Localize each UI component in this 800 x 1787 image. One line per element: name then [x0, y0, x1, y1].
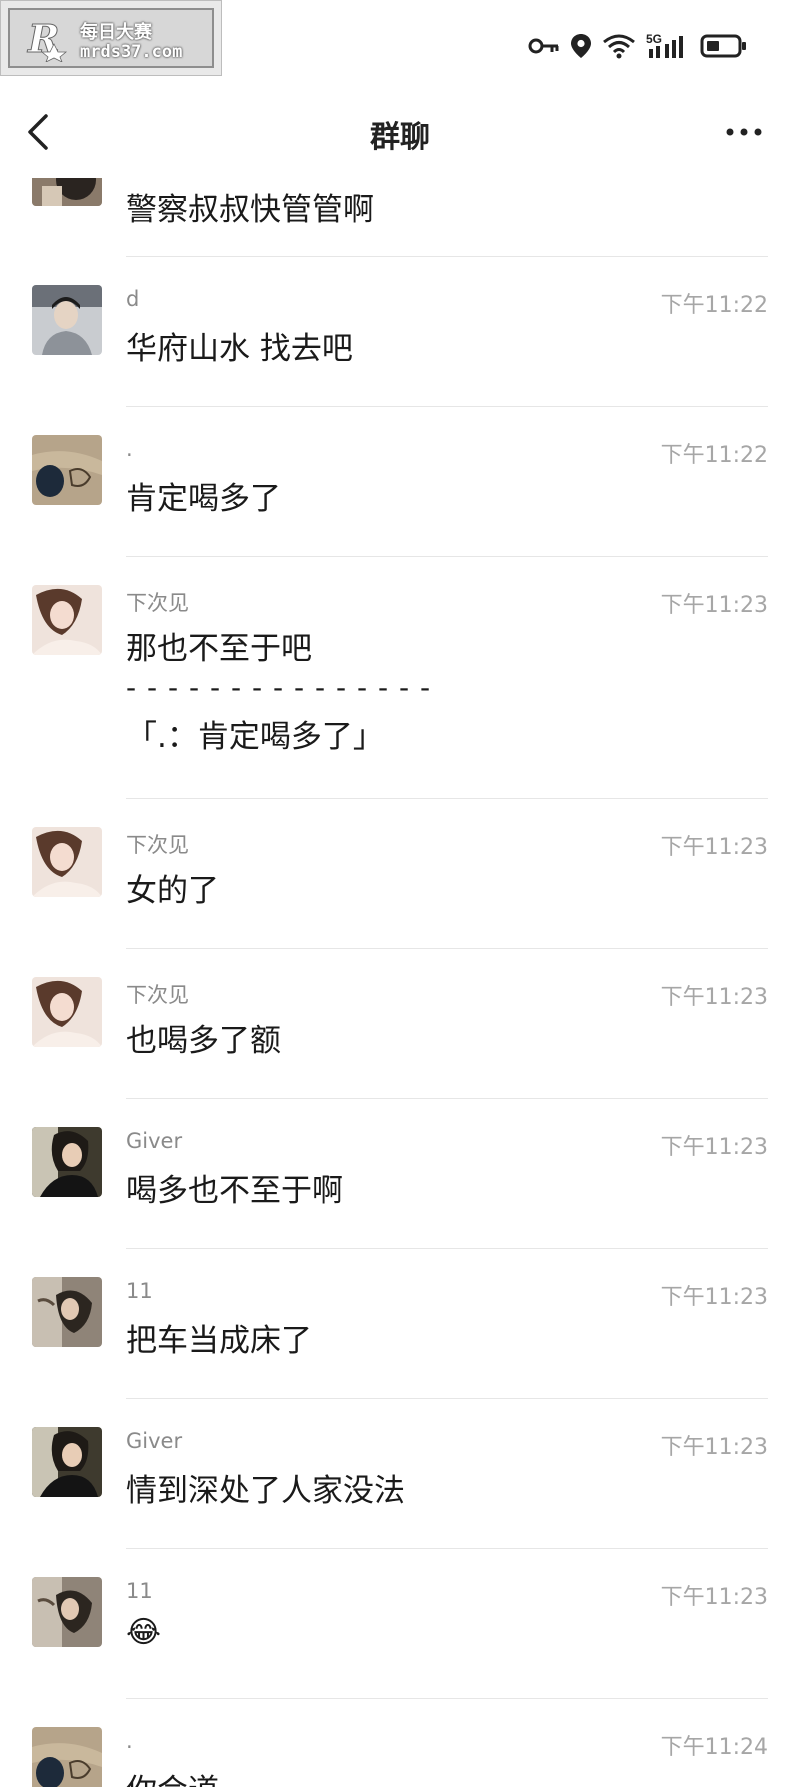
avatar-photo-boy: [32, 285, 102, 355]
sender-name: d: [126, 287, 140, 311]
list-item[interactable]: 警察叔叔快管管啊: [0, 178, 800, 258]
avatar-photo-girl: [32, 585, 102, 655]
avatar-photo-girl: [32, 977, 102, 1047]
location-icon: [571, 34, 591, 58]
more-icon: [726, 128, 762, 136]
key-icon: [528, 38, 559, 54]
page-title: 群聊: [370, 120, 430, 155]
sender-name: 下次见: [126, 983, 189, 1007]
avatar[interactable]: [32, 1577, 102, 1647]
message-time: 下午11:23: [660, 835, 768, 860]
avatar[interactable]: [32, 585, 102, 655]
divider: [126, 1548, 768, 1549]
sender-name: 11: [126, 1579, 153, 1603]
message-time: 下午11:23: [660, 1135, 768, 1160]
back-button[interactable]: [22, 110, 62, 154]
sender-name: 11: [126, 1279, 153, 1303]
avatar[interactable]: [32, 1427, 102, 1497]
divider: [126, 798, 768, 799]
message-text: 肯定喝多了: [126, 481, 281, 517]
watermark-name: 每日大赛: [80, 22, 152, 43]
avatar-photo-girl: [32, 827, 102, 897]
list-item[interactable]: d 下午11:22 华府山水 找去吧: [0, 285, 800, 415]
avatar-photo-sand: [32, 1727, 102, 1787]
avatar[interactable]: [32, 1127, 102, 1197]
avatar-photo-sand: [32, 435, 102, 505]
message-time: 下午11:24: [660, 1735, 768, 1760]
message-text: 警察叔叔快管管啊: [126, 192, 374, 228]
avatar[interactable]: [32, 1277, 102, 1347]
message-text: 情到深处了人家没法: [126, 1473, 405, 1509]
sender-name: 下次见: [126, 591, 189, 615]
avatar[interactable]: [32, 1727, 102, 1787]
message-time: 下午11:22: [660, 443, 768, 468]
list-item[interactable]: Giver 下午11:23 喝多也不至于啊: [0, 1127, 800, 1257]
avatar-photo-eleven: [32, 1277, 102, 1347]
watermark-site: mrds37.com: [80, 42, 183, 62]
sender-name: Giver: [126, 1129, 183, 1153]
message-text: 女的了: [126, 873, 219, 909]
sender-name: .: [126, 1729, 133, 1753]
list-item[interactable]: 11 下午11:23 😂: [0, 1577, 800, 1707]
message-text: 把车当成床了: [126, 1323, 312, 1359]
sender-name: Giver: [126, 1429, 183, 1453]
divider: [126, 1248, 768, 1249]
divider: [126, 256, 768, 257]
message-time: 下午11:22: [660, 293, 768, 318]
avatar-photo-giver: [32, 1127, 102, 1197]
avatar[interactable]: [32, 178, 102, 206]
sender-name: .: [126, 437, 133, 461]
watermark: R 每日大赛 mrds37.com: [0, 0, 222, 76]
message-text: 喝多也不至于啊: [126, 1173, 343, 1209]
divider: [126, 556, 768, 557]
divider: [126, 1698, 768, 1699]
message-text: 那也不至于吧: [126, 631, 312, 667]
avatar[interactable]: [32, 435, 102, 505]
message-emoji: 😂: [126, 1615, 162, 1650]
quote-separator: - - - - - - - - - - - - - - -: [126, 671, 432, 704]
svg-text:5G: 5G: [646, 32, 662, 46]
battery-icon: [700, 34, 746, 58]
divider: [126, 1098, 768, 1099]
message-text: 也喝多了额: [126, 1023, 281, 1059]
list-item[interactable]: . 下午11:24 你会道: [0, 1727, 800, 1787]
header-bar: 群聊: [0, 86, 800, 178]
watermark-logo-icon: R: [27, 16, 68, 62]
message-time: 下午11:23: [660, 985, 768, 1010]
message-time: 下午11:23: [660, 1585, 768, 1610]
list-item[interactable]: 下次见 下午11:23 女的了: [0, 827, 800, 957]
more-button[interactable]: [724, 120, 764, 144]
message-list[interactable]: 警察叔叔快管管啊 d 下午11:22 华府山水 找去吧 . 下午11:22 肯定…: [0, 178, 800, 1787]
avatar[interactable]: [32, 977, 102, 1047]
divider: [126, 406, 768, 407]
quoted-message: 「.：肯定喝多了」: [126, 719, 384, 755]
wifi-icon: [603, 34, 635, 59]
list-item[interactable]: Giver 下午11:23 情到深处了人家没法: [0, 1427, 800, 1557]
avatar[interactable]: [32, 285, 102, 355]
list-item[interactable]: 下次见 下午11:23 那也不至于吧 - - - - - - - - - - -…: [0, 585, 800, 815]
message-text: 华府山水 找去吧: [126, 331, 353, 367]
message-time: 下午11:23: [660, 1435, 768, 1460]
message-text: 你会道: [126, 1765, 219, 1787]
signal-5g-icon: 5G: [646, 32, 683, 58]
list-item[interactable]: . 下午11:22 肯定喝多了: [0, 435, 800, 565]
sender-name: 下次见: [126, 833, 189, 857]
divider: [126, 1398, 768, 1399]
list-item[interactable]: 11 下午11:23 把车当成床了: [0, 1277, 800, 1407]
avatar-photo-eleven: [32, 1577, 102, 1647]
list-item[interactable]: 下次见 下午11:23 也喝多了额: [0, 977, 800, 1107]
avatar-photo-giver: [32, 1427, 102, 1497]
status-bar: 5G: [528, 26, 748, 66]
message-time: 下午11:23: [660, 593, 768, 618]
avatar[interactable]: [32, 827, 102, 897]
avatar-photo-dark: [32, 178, 102, 206]
divider: [126, 948, 768, 949]
message-time: 下午11:23: [660, 1285, 768, 1310]
chevron-left-icon: [28, 114, 48, 150]
